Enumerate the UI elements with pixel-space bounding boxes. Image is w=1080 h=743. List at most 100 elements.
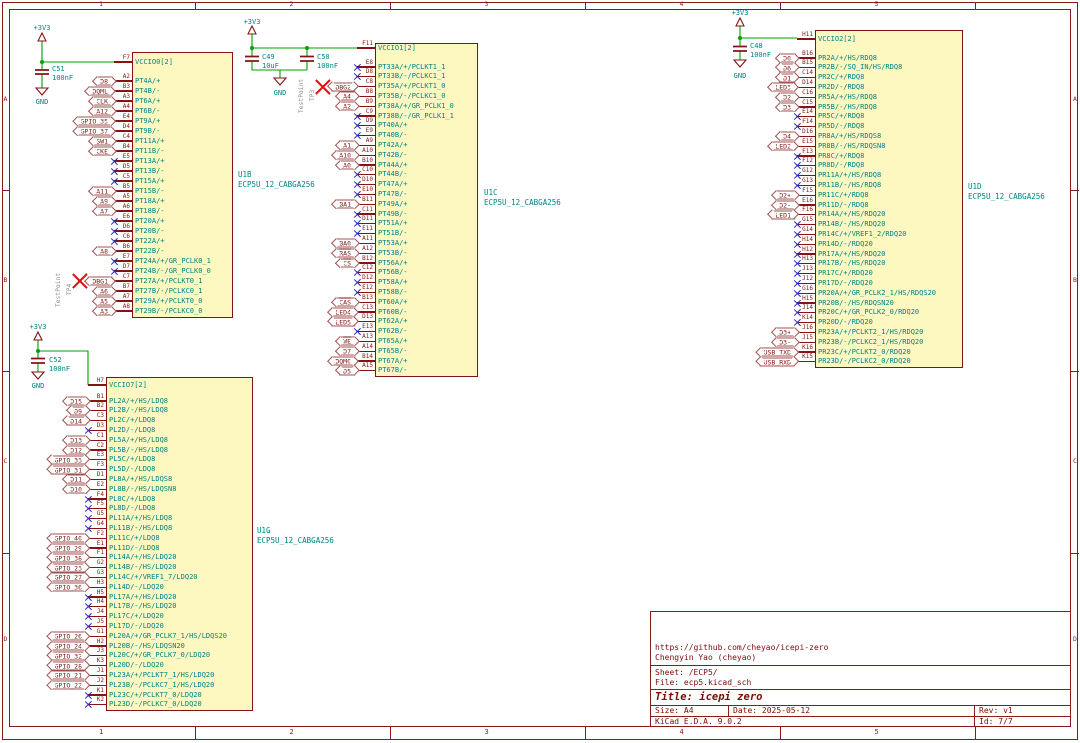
global-label-D12[interactable]: D12	[66, 446, 86, 455]
global-label-LED1[interactable]: LED1	[771, 210, 795, 219]
global-label-CAS[interactable]: CAS	[335, 298, 355, 307]
global-label-A3[interactable]: A3	[96, 307, 112, 316]
global-label-A5[interactable]: A5	[96, 297, 112, 306]
global-label-D8[interactable]: D8	[96, 77, 112, 86]
global-label-GPIO_28[interactable]: GPIO_28	[51, 661, 86, 670]
capacitor-icon[interactable]	[35, 70, 49, 74]
component-ref: U1C	[484, 189, 498, 197]
global-label-A1[interactable]: A1	[339, 141, 355, 150]
global-label-LED5[interactable]: LED5	[331, 317, 355, 326]
pin-name: PL5A/+/HS/LDQ8	[109, 436, 168, 444]
global-label-GPIO_24[interactable]: GPIO_24	[51, 642, 86, 651]
global-label-CS[interactable]: CS	[339, 259, 355, 268]
global-label-GPIO_38[interactable]: GPIO_38	[51, 553, 86, 562]
global-label-RAS[interactable]: RAS	[335, 249, 355, 258]
global-label-A7[interactable]: A7	[96, 207, 112, 216]
global-label-GPIO_35[interactable]: GPIO_35	[77, 117, 112, 126]
global-label-GPIO_22[interactable]: GPIO_22	[51, 681, 86, 690]
capacitor-ref[interactable]: C51	[52, 65, 65, 73]
global-label-GPIO_23[interactable]: GPIO_23	[51, 563, 86, 572]
capacitor-icon[interactable]	[733, 47, 747, 52]
global-label-USB_TXD[interactable]: USB_TXD	[760, 348, 795, 357]
global-label-D4[interactable]: D4	[779, 132, 795, 141]
global-label-A11[interactable]: A11	[92, 187, 112, 196]
pin-name: PL23C/+/PCLKT7_0/LDQ20	[109, 691, 202, 699]
global-label-GPIO_31[interactable]: GPIO_31	[51, 465, 86, 474]
capacitor-ref[interactable]: C48	[750, 42, 763, 50]
global-label-GPIO_27[interactable]: GPIO_27	[51, 573, 86, 582]
global-label-CKE[interactable]: CKE	[92, 147, 112, 156]
gnd-icon[interactable]	[36, 88, 48, 95]
global-label-A12[interactable]: A12	[92, 107, 112, 116]
global-label-LED3[interactable]: LED3	[771, 83, 795, 92]
global-label-LED2[interactable]: LED2	[771, 142, 795, 151]
global-label-DQML[interactable]: DQML	[88, 87, 112, 96]
global-label-BA0[interactable]: BA0	[335, 239, 355, 248]
pin-name: PT42B/-	[378, 151, 408, 159]
capacitor-value[interactable]: 100nF	[750, 51, 771, 59]
capacitor-ref[interactable]: C52	[49, 356, 62, 364]
capacitor-icon[interactable]	[31, 359, 45, 364]
global-label-A2[interactable]: A2	[339, 102, 355, 111]
gnd-icon[interactable]	[734, 60, 746, 67]
global-label-D2+[interactable]: D2+	[775, 191, 795, 200]
global-label-GPIO_33[interactable]: GPIO_33	[51, 455, 86, 464]
global-label-GPIO_21[interactable]: GPIO_21	[51, 671, 86, 680]
global-label-D3+[interactable]: D3+	[775, 328, 795, 337]
gnd-label[interactable]: GND	[32, 382, 45, 390]
global-label-GPIO_26[interactable]: GPIO_26	[51, 632, 86, 641]
global-label-DBG1[interactable]: DBG1	[88, 277, 112, 286]
global-label-WE[interactable]: WE	[339, 337, 355, 346]
gnd-label[interactable]: GND	[36, 98, 49, 106]
global-label-A6[interactable]: A6	[96, 287, 112, 296]
global-label-GPIO_37[interactable]: GPIO_37	[77, 127, 112, 136]
global-label-GPIO_29[interactable]: GPIO_29	[51, 544, 86, 553]
global-label-A4[interactable]: A4	[339, 92, 355, 101]
capacitor-value[interactable]: 100nF	[49, 365, 70, 373]
global-label-A10[interactable]: A10	[335, 151, 355, 160]
global-label-D10[interactable]: D10	[66, 485, 86, 494]
pin-name: PL2A/+/HS/LDQ8	[109, 397, 168, 405]
power-net-label[interactable]: +3V3	[34, 24, 51, 32]
capacitor-value[interactable]: 10uF	[262, 62, 279, 70]
global-label-DQM0[interactable]: DQM0	[331, 357, 355, 366]
power-net-label[interactable]: +3V3	[244, 18, 261, 26]
global-label-SW1[interactable]: SW1	[92, 137, 112, 146]
power-net-label[interactable]: +3V3	[732, 9, 749, 17]
global-label-GPIO_36[interactable]: GPIO_36	[51, 583, 86, 592]
global-label-D5[interactable]: D5	[339, 366, 355, 375]
global-label-D3-[interactable]: D3-	[775, 338, 795, 347]
capacitor-ref[interactable]: C49	[262, 53, 275, 61]
capacitor-icon[interactable]	[245, 57, 259, 62]
global-label-D2-[interactable]: D2-	[775, 201, 795, 210]
global-label-D0[interactable]: D0	[779, 54, 795, 63]
global-label-BA1[interactable]: BA1	[335, 200, 355, 209]
global-label-USB_RXD[interactable]: USB_RXD	[760, 357, 795, 366]
global-label-DBG2[interactable]: DBG2	[331, 82, 355, 91]
capacitor-ref[interactable]: C50	[317, 53, 330, 61]
global-label-A8[interactable]: A8	[96, 247, 112, 256]
global-label-D9[interactable]: D9	[70, 406, 86, 415]
global-label-D14[interactable]: D14	[66, 416, 86, 425]
capacitor-value[interactable]: 100nF	[317, 62, 338, 70]
global-label-CLK[interactable]: CLK	[92, 97, 112, 106]
global-label-D11[interactable]: D11	[66, 475, 86, 484]
power-net-label[interactable]: +3V3	[30, 323, 47, 331]
global-label-A9[interactable]: A9	[96, 197, 112, 206]
global-label-A0[interactable]: A0	[339, 161, 355, 170]
gnd-icon[interactable]	[32, 372, 44, 379]
global-label-GPIO_40[interactable]: GPIO_40	[51, 534, 86, 543]
global-label-LED4[interactable]: LED4	[331, 308, 355, 317]
global-label-D6[interactable]: D6	[779, 63, 795, 72]
capacitor-value[interactable]: 100nF	[52, 74, 73, 82]
gnd-label[interactable]: GND	[734, 72, 747, 80]
gnd-label[interactable]: GND	[274, 89, 287, 97]
global-label-GPIO_32[interactable]: GPIO_32	[51, 651, 86, 660]
global-label-D1[interactable]: D1	[779, 73, 795, 82]
global-label-D7[interactable]: D7	[339, 347, 355, 356]
global-label-D2[interactable]: D2	[779, 93, 795, 102]
global-label-D15[interactable]: D15	[66, 397, 86, 406]
gnd-icon[interactable]	[274, 78, 286, 85]
global-label-D13[interactable]: D13	[66, 436, 86, 445]
global-label-D3[interactable]: D3	[779, 103, 795, 112]
